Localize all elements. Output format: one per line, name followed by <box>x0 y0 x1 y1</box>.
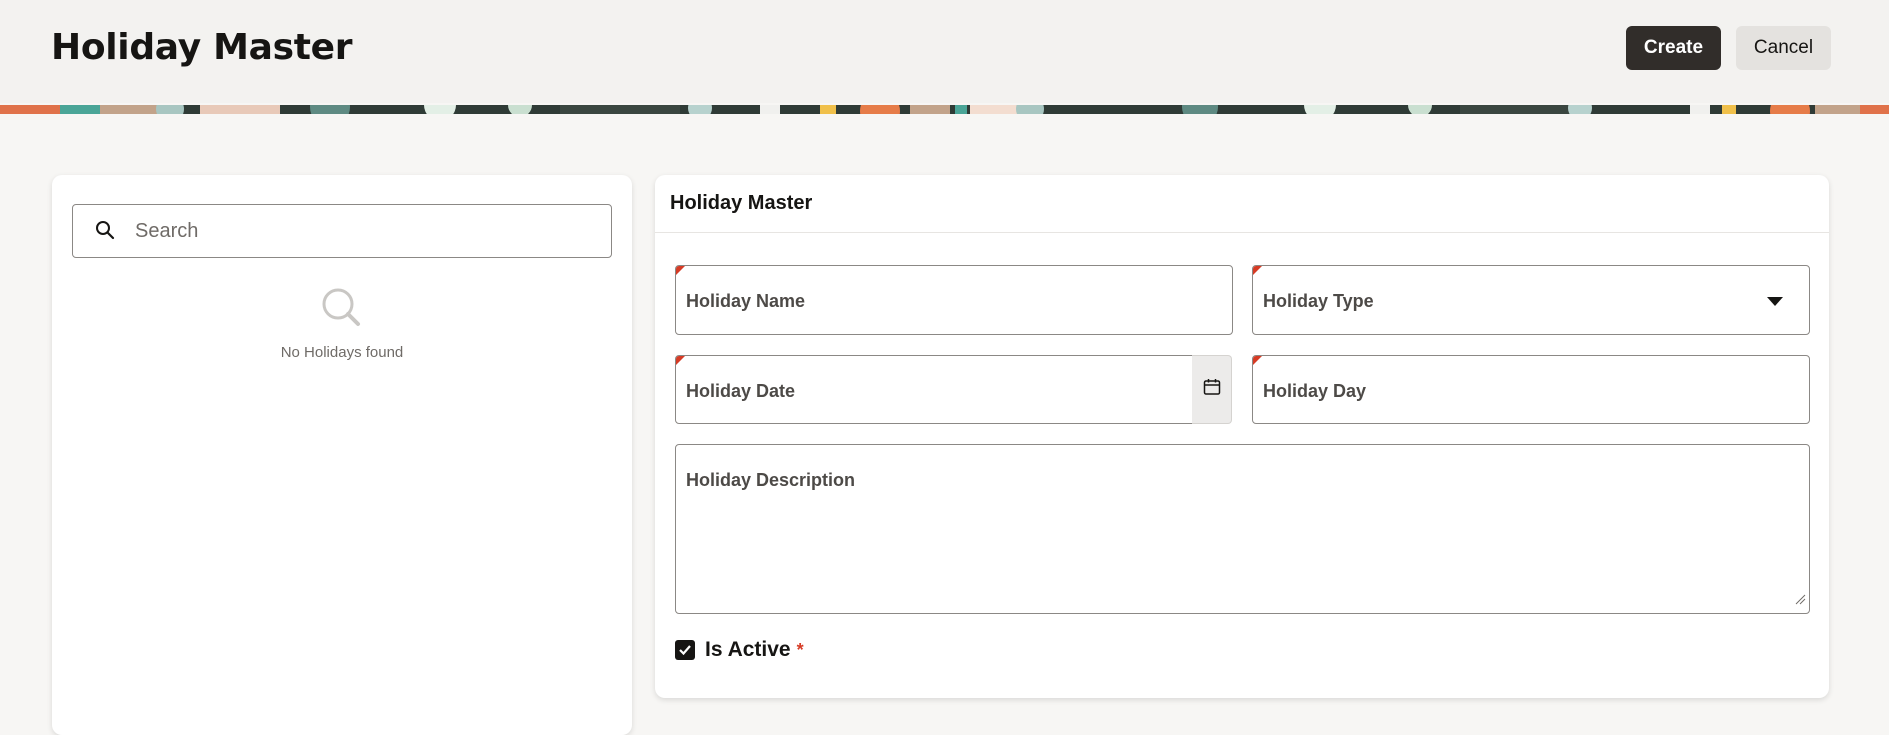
cancel-button[interactable]: Cancel <box>1736 26 1831 70</box>
required-marker <box>676 266 685 275</box>
search-box[interactable] <box>72 204 612 258</box>
is-active-label: Is Active <box>705 638 791 661</box>
calendar-icon <box>1202 377 1222 402</box>
holiday-name-label: Holiday Name <box>686 291 806 311</box>
page-header: Holiday Master Create Cancel <box>0 0 1889 103</box>
holiday-type-label: Holiday Type <box>1263 291 1374 311</box>
search-input[interactable] <box>133 218 577 244</box>
page-title: Holiday Master <box>51 27 353 68</box>
is-active-checkbox[interactable] <box>675 640 695 660</box>
holiday-date-label: Holiday Date <box>686 381 796 401</box>
holiday-description-textarea[interactable]: Holiday Description <box>675 444 1810 614</box>
holiday-day-field[interactable]: Holiday Day <box>1252 355 1810 424</box>
decorative-banner <box>0 103 1889 114</box>
holiday-list-panel: No Holidays found <box>52 175 632 735</box>
form-title: Holiday Master <box>655 175 1829 233</box>
required-marker <box>1253 356 1262 365</box>
resize-grip-icon[interactable] <box>1794 592 1806 610</box>
holiday-description-label: Holiday Description <box>686 470 856 490</box>
search-icon <box>93 219 117 243</box>
search-icon <box>318 288 366 337</box>
is-active-row: Is Active * <box>675 638 804 662</box>
create-button[interactable]: Create <box>1626 26 1721 70</box>
required-marker <box>676 356 685 365</box>
required-asterisk: * <box>796 639 804 660</box>
empty-state-message: No Holidays found <box>280 344 404 361</box>
chevron-down-icon[interactable] <box>1767 297 1783 306</box>
holiday-type-select[interactable]: Holiday Type <box>1252 265 1810 335</box>
empty-state: No Holidays found <box>52 285 632 361</box>
holiday-name-field[interactable]: Holiday Name <box>675 265 1233 335</box>
holiday-date-field[interactable]: Holiday Date <box>675 355 1193 424</box>
calendar-button[interactable] <box>1192 355 1232 424</box>
holiday-day-label: Holiday Day <box>1263 381 1367 401</box>
holiday-form-panel: Holiday Master Holiday Name Holiday Type… <box>655 175 1829 698</box>
required-marker <box>1253 266 1262 275</box>
checkmark-icon <box>679 645 691 656</box>
